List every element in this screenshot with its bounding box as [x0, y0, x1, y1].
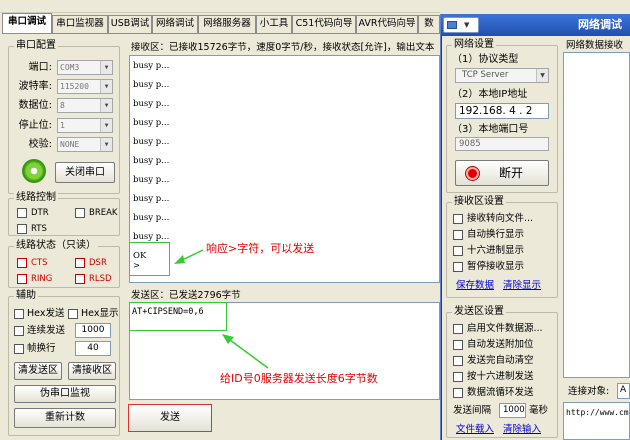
ip-input[interactable]: 192.168. 4 . 2	[455, 103, 549, 119]
network-receive-area[interactable]	[563, 52, 630, 378]
arrow-head-prompt	[174, 255, 185, 264]
append-bit-label: 自动发送附加位	[467, 339, 534, 350]
loop-send-checkbox[interactable]	[453, 388, 463, 398]
file-source-label: 启用文件数据源...	[467, 323, 543, 334]
append-bit-checkbox[interactable]	[453, 340, 463, 350]
local-port-input[interactable]: 9085	[455, 137, 549, 151]
loop-send-label: 数据流循环发送	[467, 387, 534, 398]
network-title-text: 网络调试	[578, 18, 622, 31]
disconnect-label: 断开	[499, 166, 524, 180]
connect-target-label: 连接对象:	[568, 386, 610, 397]
pause-rx-label: 暂停接收显示	[467, 261, 525, 272]
file-source-checkbox[interactable]	[453, 324, 463, 334]
protocol-label: （1）协议类型	[452, 54, 519, 65]
network-receive-title: 网络数据接收	[566, 40, 624, 51]
network-send-area[interactable]: http://www.cmsoft	[563, 402, 630, 440]
disconnect-button[interactable]: 断开	[455, 160, 549, 186]
auto-wrap-label: 自动换行显示	[467, 229, 525, 240]
local-port-label: （3）本地端口号	[452, 124, 529, 135]
rx-to-file-label: 接收转向文件...	[467, 213, 534, 224]
rx-settings-title: 接收区设置	[452, 196, 506, 208]
hex-send-tx-label: 按十六进制发送	[467, 371, 534, 382]
annotation-response-text: 响应>字符，可以发送	[206, 242, 315, 255]
interval-unit: 毫秒	[529, 405, 549, 416]
hex-display-rx-label: 十六进制显示	[467, 245, 525, 256]
auto-wrap-checkbox[interactable]	[453, 230, 463, 240]
file-load-link[interactable]: 文件载入	[456, 424, 494, 436]
system-menu-button[interactable]: ▼	[443, 17, 479, 33]
save-data-link[interactable]: 保存数据	[456, 280, 494, 292]
tx-settings-title: 发送区设置	[452, 306, 506, 318]
network-settings-title: 网络设置	[452, 39, 496, 51]
arrow-to-send	[225, 336, 269, 369]
chevron-down-icon: ▼	[464, 21, 470, 29]
chevron-down-icon: ▼	[536, 69, 548, 82]
protocol-select[interactable]: TCP Server ▼	[455, 68, 549, 83]
record-dot-icon	[466, 167, 479, 180]
network-send-text: http://www.cmsoft	[566, 408, 629, 417]
connect-target-select[interactable]: A	[617, 383, 630, 399]
auto-clear-label: 发送完自动清空	[467, 355, 534, 366]
interval-input[interactable]: 1000	[499, 403, 526, 418]
clear-display-link[interactable]: 清除显示	[503, 280, 541, 292]
window-icon	[447, 21, 457, 29]
annotation-send-text: 给ID号0服务器发送长度6字节数	[220, 372, 378, 385]
hex-send-tx-checkbox[interactable]	[453, 372, 463, 382]
rx-to-file-checkbox[interactable]	[453, 214, 463, 224]
auto-clear-checkbox[interactable]	[453, 356, 463, 366]
hex-display-rx-checkbox[interactable]	[453, 246, 463, 256]
clear-input-link[interactable]: 清除输入	[503, 424, 541, 436]
pause-rx-checkbox[interactable]	[453, 262, 463, 272]
ip-label: （2）本地IP地址	[452, 89, 528, 100]
interval-label: 发送间隔	[453, 405, 492, 416]
